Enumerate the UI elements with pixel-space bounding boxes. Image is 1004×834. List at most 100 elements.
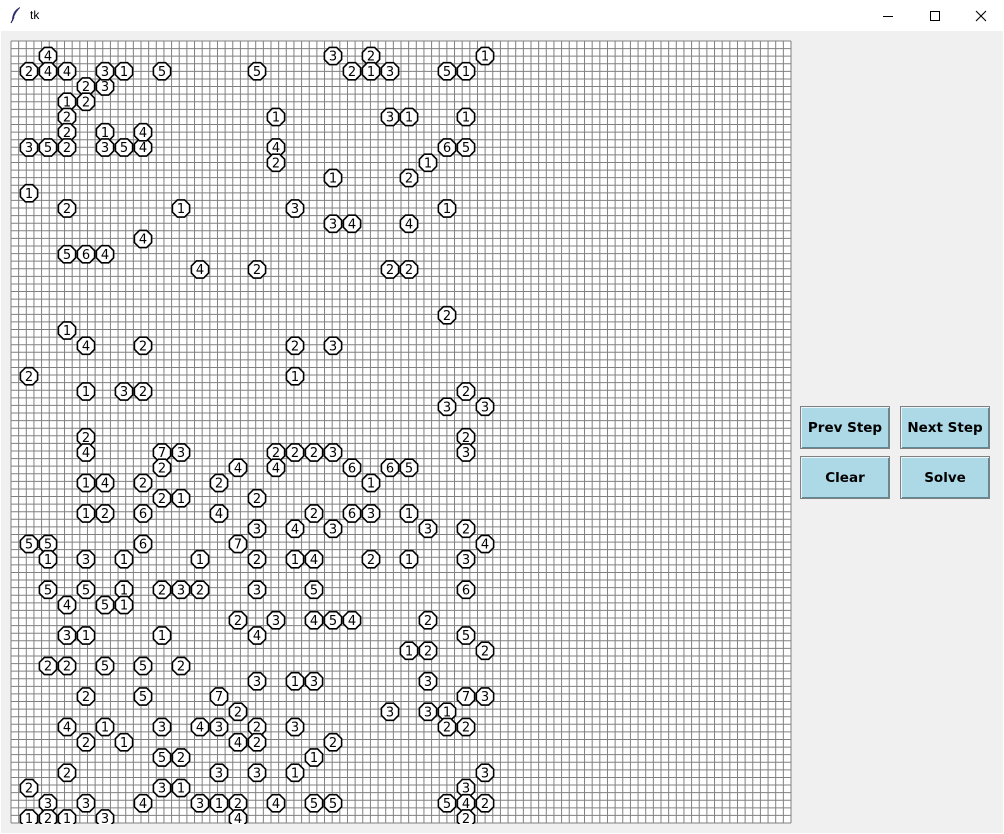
island-node[interactable]: 5	[95, 656, 115, 676]
island-node[interactable]: 5	[152, 61, 172, 81]
island-node[interactable]: 1	[399, 549, 419, 569]
maximize-button[interactable]	[912, 0, 958, 31]
island-node[interactable]: 2	[323, 732, 343, 752]
island-node[interactable]: 4	[76, 443, 96, 462]
island-node[interactable]: 3	[209, 717, 229, 737]
island-node[interactable]: 3	[266, 610, 286, 630]
island-node[interactable]: 2	[342, 61, 362, 81]
island-node[interactable]: 2	[152, 488, 172, 508]
island-node[interactable]: 1	[418, 153, 438, 173]
island-node[interactable]: 1	[475, 46, 495, 66]
island-node[interactable]: 7	[228, 534, 248, 554]
island-node[interactable]: 1	[285, 366, 305, 386]
island-node[interactable]: 3	[247, 763, 267, 783]
island-node[interactable]: 1	[57, 809, 77, 824]
island-node[interactable]: 1	[114, 549, 134, 569]
island-node[interactable]: 3	[380, 107, 400, 127]
island-node[interactable]: 1	[285, 549, 305, 569]
island-node[interactable]: 5	[95, 595, 115, 615]
island-node[interactable]: 3	[361, 504, 381, 523]
island-node[interactable]: 4	[304, 610, 324, 630]
island-node[interactable]: 3	[418, 671, 438, 691]
island-node[interactable]: 1	[171, 778, 191, 798]
island-node[interactable]: 3	[475, 397, 495, 417]
island-node[interactable]: 2	[456, 382, 476, 401]
island-node[interactable]: 2	[95, 504, 115, 523]
island-node[interactable]: 5	[76, 580, 96, 600]
island-node[interactable]: 5	[456, 626, 476, 645]
island-node[interactable]: 1	[437, 199, 457, 218]
island-node[interactable]: 2	[57, 199, 77, 218]
island-node[interactable]: 7	[209, 687, 229, 706]
island-node[interactable]: 1	[399, 504, 419, 523]
island-node[interactable]: 2	[133, 382, 153, 401]
island-node[interactable]: 3	[323, 519, 343, 539]
island-node[interactable]: 7	[456, 687, 476, 706]
island-node[interactable]: 3	[76, 549, 96, 569]
island-node[interactable]: 1	[209, 793, 229, 813]
island-node[interactable]: 3	[285, 199, 305, 218]
island-node[interactable]: 5	[437, 61, 457, 81]
island-node[interactable]: 4	[285, 519, 305, 539]
island-node[interactable]: 2	[437, 717, 457, 737]
island-node[interactable]: 2	[171, 748, 191, 767]
island-node[interactable]: 2	[57, 763, 77, 783]
island-node[interactable]: 4	[228, 732, 248, 752]
island-node[interactable]: 3	[456, 549, 476, 569]
island-node[interactable]: 5	[304, 793, 324, 813]
island-node[interactable]: 4	[228, 809, 248, 824]
island-node[interactable]: 2	[475, 793, 495, 813]
island-node[interactable]: 1	[190, 549, 210, 569]
island-node[interactable]: 4	[38, 61, 58, 81]
island-node[interactable]: 6	[76, 244, 96, 264]
island-node[interactable]: 3	[323, 214, 343, 234]
island-node[interactable]: 2	[247, 260, 267, 279]
island-node[interactable]: 3	[418, 519, 438, 539]
island-node[interactable]: 4	[133, 122, 153, 142]
island-node[interactable]: 2	[247, 549, 267, 569]
close-button[interactable]	[958, 0, 1004, 31]
island-node[interactable]: 3	[323, 336, 343, 356]
island-node[interactable]: 2	[247, 488, 267, 508]
island-node[interactable]: 6	[133, 534, 153, 554]
island-node[interactable]: 4	[399, 214, 419, 234]
island-node[interactable]: 5	[133, 656, 153, 676]
island-node[interactable]: 1	[399, 641, 419, 661]
island-node[interactable]: 5	[323, 793, 343, 813]
island-node[interactable]: 2	[304, 504, 324, 523]
island-node[interactable]: 1	[285, 763, 305, 783]
island-node[interactable]: 6	[456, 580, 476, 600]
island-node[interactable]: 1	[76, 382, 96, 401]
island-node[interactable]: 2	[247, 732, 267, 752]
island-node[interactable]: 3	[323, 443, 343, 462]
island-node[interactable]: 5	[133, 687, 153, 706]
island-node[interactable]: 5	[304, 580, 324, 600]
island-node[interactable]: 2	[456, 809, 476, 824]
island-node[interactable]: 1	[19, 809, 39, 824]
island-node[interactable]: 3	[437, 397, 457, 417]
island-node[interactable]: 3	[209, 763, 229, 783]
island-node[interactable]: 2	[19, 778, 39, 798]
island-node[interactable]: 5	[152, 748, 172, 767]
island-node[interactable]: 4	[190, 717, 210, 737]
island-node[interactable]: 4	[266, 458, 286, 478]
island-node[interactable]: 2	[133, 336, 153, 356]
island-node[interactable]: 3	[380, 61, 400, 81]
island-node[interactable]: 5	[57, 244, 77, 264]
island-node[interactable]: 4	[209, 504, 229, 523]
island-node[interactable]: 1	[76, 626, 96, 645]
island-node[interactable]: 4	[95, 473, 115, 493]
island-node[interactable]: 4	[266, 793, 286, 813]
island-node[interactable]: 1	[114, 595, 134, 615]
island-node[interactable]: 5	[38, 138, 58, 157]
island-node[interactable]: 1	[361, 473, 381, 493]
island-node[interactable]: 4	[475, 534, 495, 554]
island-node[interactable]: 1	[266, 107, 286, 127]
island-node[interactable]: 2	[361, 549, 381, 569]
island-node[interactable]: 3	[285, 717, 305, 737]
island-node[interactable]: 2	[38, 656, 58, 676]
island-node[interactable]: 2	[304, 443, 324, 462]
island-node[interactable]: 4	[57, 61, 77, 81]
island-node[interactable]: 2	[399, 260, 419, 279]
island-node[interactable]: 1	[76, 504, 96, 523]
